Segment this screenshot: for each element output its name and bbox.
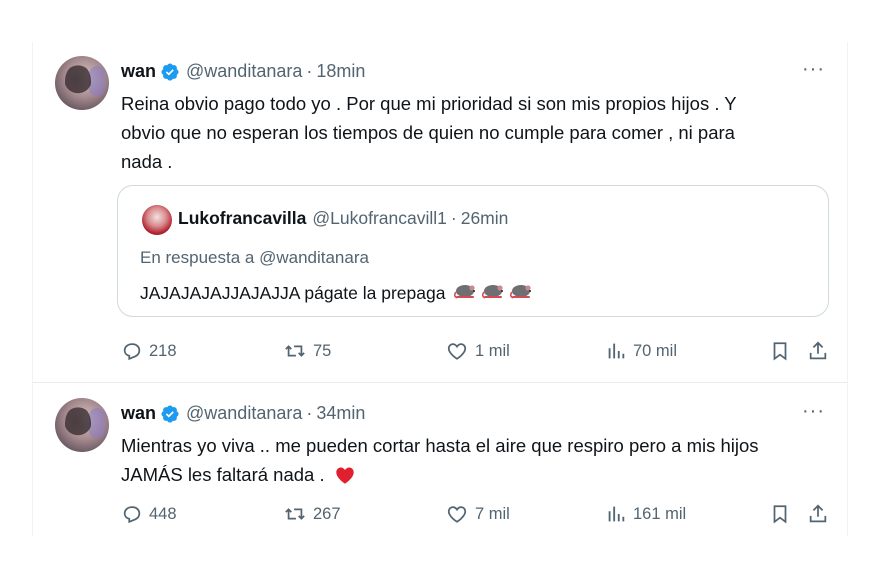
like-icon [445,503,469,525]
retweet-count: 267 [313,504,341,523]
display-name[interactable]: wan [121,403,156,424]
tweet-text-line: obvio que no esperan los tiempos de quie… [121,122,735,143]
quote-timestamp[interactable]: 26min [461,208,509,229]
tweet-header: wan @wanditanara · 34min [121,403,365,424]
verified-badge-icon [160,404,180,424]
share-button[interactable] [807,340,829,362]
timestamp[interactable]: 18min [316,61,365,82]
views-icon [605,503,627,525]
tweet-text-line-wrap: JAMÁS les faltará nada . [121,460,759,489]
quote-text-content: JAJAJAJAJJAJAJJA págate la prepaga [140,283,446,303]
retweet-button[interactable]: 75 [283,340,331,362]
tweet[interactable]: wan @wanditanara · 18min ··· Reina obvio… [33,42,847,383]
rat-icon [453,282,477,305]
views-count: 70 mil [633,341,678,360]
rat-icon [481,282,505,305]
quote-handle[interactable]: @Lukofrancavill1 [312,208,447,229]
tweet-text: Reina obvio pago todo yo . Por que mi pr… [121,89,737,176]
quoted-tweet[interactable]: Lukofrancavilla @Lukofrancavill1 · 26min… [117,185,829,317]
avatar[interactable] [55,398,109,452]
timeline-card: wan @wanditanara · 18min ··· Reina obvio… [32,42,848,536]
bookmark-button[interactable] [769,503,791,525]
share-icon [807,340,829,362]
reply-button[interactable]: 218 [121,340,177,362]
more-options-icon[interactable]: ··· [802,400,825,423]
reply-button[interactable]: 448 [121,503,177,525]
views-button[interactable]: 70 mil [605,340,677,362]
like-count: 1 mil [475,341,510,360]
retweet-icon [283,503,307,525]
timestamp[interactable]: 34min [316,403,365,424]
user-handle[interactable]: @wanditanara [186,61,302,82]
tweet-text-line: nada . [121,151,173,172]
tweet-text: Mientras yo viva .. me pueden cortar has… [121,431,759,489]
reply-icon [121,340,143,362]
retweet-button[interactable]: 267 [283,503,341,525]
tweet-header: wan @wanditanara · 18min [121,61,365,82]
bookmark-button[interactable] [769,340,791,362]
quote-text: JAJAJAJAJJAJAJJA págate la prepaga [140,282,533,305]
views-icon [605,340,627,362]
reply-context[interactable]: En respuesta a @wanditanara [140,248,369,268]
bookmark-icon [769,503,791,525]
like-button[interactable]: 1 mil [445,340,510,362]
verified-badge-icon [160,62,180,82]
display-name[interactable]: wan [121,61,156,82]
quote-display-name[interactable]: Lukofrancavilla [178,208,306,229]
retweet-count: 75 [313,341,332,360]
quote-header: Lukofrancavilla @Lukofrancavill1 · 26min [178,208,508,229]
like-button[interactable]: 7 mil [445,503,510,525]
separator: · [306,403,313,423]
user-handle[interactable]: @wanditanara [186,403,302,424]
more-options-icon[interactable]: ··· [802,58,825,81]
views-count: 161 mil [633,504,687,523]
tweet-text-line: Mientras yo viva .. me pueden cortar has… [121,435,759,456]
red-heart-icon [333,464,357,486]
bookmark-icon [769,340,791,362]
share-icon [807,503,829,525]
reply-count: 448 [149,504,177,523]
like-count: 7 mil [475,504,510,523]
tweet[interactable]: wan @wanditanara · 34min ··· Mientras yo… [33,383,847,536]
tweet-text-line: Reina obvio pago todo yo . Por que mi pr… [121,93,737,114]
tweet-actions: 218 75 1 mil 70 mil [117,340,837,364]
separator: · [306,61,313,81]
reply-icon [121,503,143,525]
separator: · [450,208,457,228]
tweet-text-line: JAMÁS les faltará nada . [121,464,325,485]
share-button[interactable] [807,503,829,525]
quote-avatar[interactable] [142,205,172,235]
avatar[interactable] [55,56,109,110]
views-button[interactable]: 161 mil [605,503,686,525]
rat-icon [509,282,533,305]
tweet-actions: 448 267 7 mil 161 mil [117,503,837,527]
retweet-icon [283,340,307,362]
reply-count: 218 [149,341,177,360]
like-icon [445,340,469,362]
